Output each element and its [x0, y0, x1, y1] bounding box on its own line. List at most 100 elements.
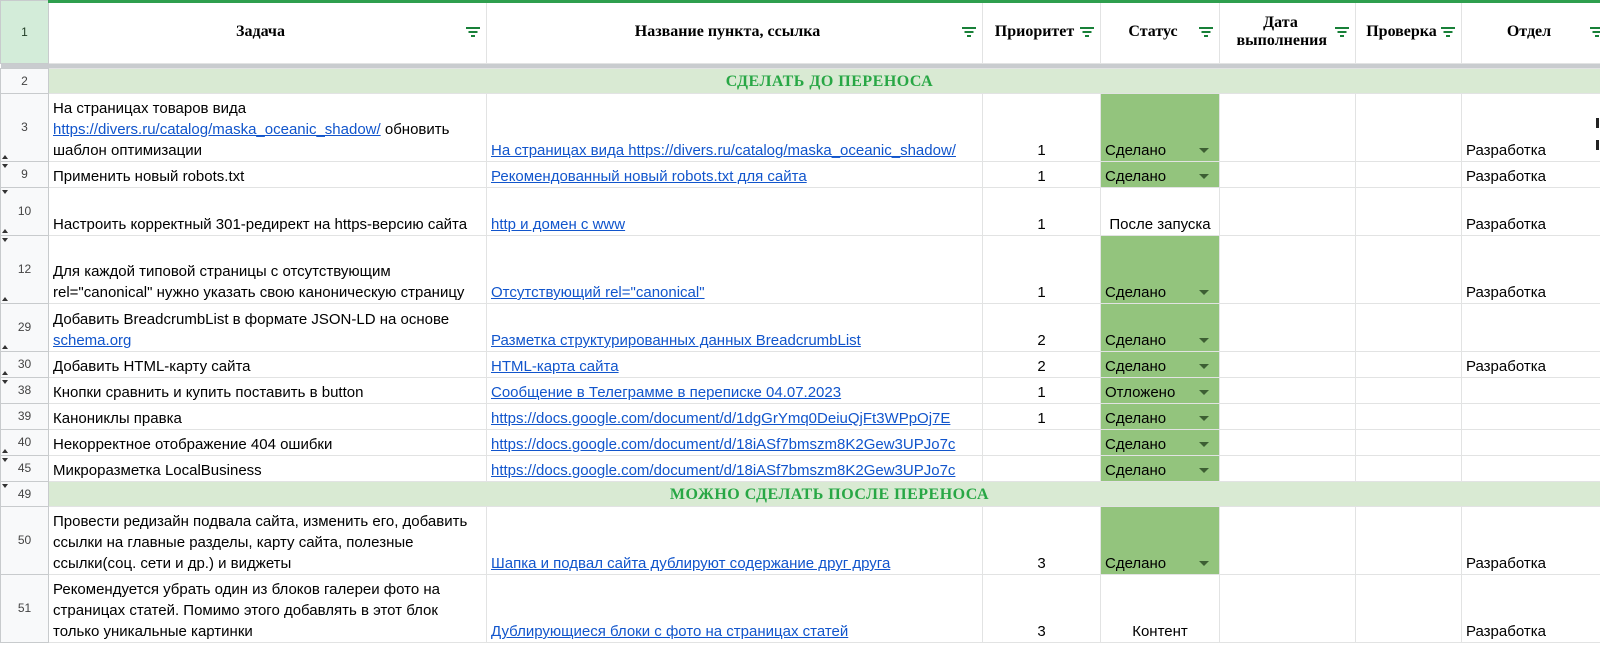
task-cell[interactable]: Настроить корректный 301-редирект на htt… [48, 187, 487, 236]
priority-cell[interactable] [982, 429, 1101, 456]
check-cell[interactable] [1355, 93, 1462, 162]
reference-cell[interactable]: Дублирующиеся блоки с фото на страницах … [486, 574, 983, 643]
status-cell[interactable]: Сделано [1100, 351, 1220, 378]
reference-link[interactable]: https://docs.google.com/document/d/18iAS… [491, 462, 955, 479]
filter-icon[interactable] [1590, 27, 1600, 37]
reference-link[interactable]: https://docs.google.com/document/d/1dgGr… [491, 410, 950, 427]
priority-cell[interactable] [982, 455, 1101, 482]
date-cell[interactable] [1219, 455, 1356, 482]
row-number[interactable]: 50 [0, 506, 49, 575]
column-header-priority[interactable]: Приоритет [982, 0, 1101, 64]
group-expand-icon[interactable] [2, 371, 8, 375]
filter-icon[interactable] [1080, 27, 1094, 37]
reference-link[interactable]: Дублирующиеся блоки с фото на страницах … [491, 623, 848, 640]
priority-cell[interactable]: 2 [982, 303, 1101, 352]
priority-cell[interactable]: 1 [982, 403, 1101, 430]
dropdown-caret-icon[interactable] [1199, 468, 1209, 473]
reference-cell[interactable]: Отсутствующий rel="canonical" [486, 235, 983, 304]
check-cell[interactable] [1355, 303, 1462, 352]
group-collapse-icon[interactable] [2, 190, 8, 194]
dept-cell[interactable]: Разработка [1461, 161, 1600, 188]
row-number[interactable]: 38 [0, 377, 49, 404]
task-cell[interactable]: Провести редизайн подвала сайта, изменит… [48, 506, 487, 575]
column-header-date[interactable]: Дата выполнения [1219, 0, 1356, 64]
status-cell[interactable]: Сделано [1100, 93, 1220, 162]
group-collapse-icon[interactable] [2, 484, 8, 488]
group-expand-icon[interactable] [2, 345, 8, 349]
row-number[interactable]: 39 [0, 403, 49, 430]
row-number[interactable]: 45 [0, 455, 49, 482]
reference-link[interactable]: http и домен с www [491, 216, 625, 233]
reference-cell[interactable]: Рекомендованный новый robots.txt для сай… [486, 161, 983, 188]
date-cell[interactable] [1219, 403, 1356, 430]
group-expand-icon[interactable] [2, 155, 8, 159]
reference-link[interactable]: HTML-карта сайта [491, 358, 619, 375]
group-collapse-icon[interactable] [2, 380, 8, 384]
date-cell[interactable] [1219, 377, 1356, 404]
filter-icon[interactable] [466, 27, 480, 37]
status-cell[interactable]: Сделано [1100, 235, 1220, 304]
dept-cell[interactable]: Разработка [1461, 574, 1600, 643]
reference-link[interactable]: https://docs.google.com/document/d/18iAS… [491, 436, 955, 453]
status-cell[interactable]: Сделано [1100, 455, 1220, 482]
check-cell[interactable] [1355, 235, 1462, 304]
dept-cell[interactable] [1461, 455, 1600, 482]
group-expand-icon[interactable] [2, 449, 8, 453]
check-cell[interactable] [1355, 455, 1462, 482]
reference-cell[interactable]: Разметка структурированных данных Breadc… [486, 303, 983, 352]
reference-cell[interactable]: https://docs.google.com/document/d/18iAS… [486, 455, 983, 482]
dropdown-caret-icon[interactable] [1199, 390, 1209, 395]
priority-cell[interactable]: 3 [982, 506, 1101, 575]
row-number[interactable]: 1 [0, 0, 49, 64]
dept-cell[interactable] [1461, 303, 1600, 352]
group-collapse-icon[interactable] [2, 238, 8, 242]
priority-cell[interactable]: 3 [982, 574, 1101, 643]
row-number[interactable]: 10 [0, 187, 49, 236]
reference-cell[interactable]: HTML-карта сайта [486, 351, 983, 378]
status-cell[interactable]: Отложено [1100, 377, 1220, 404]
task-cell[interactable]: Кнопки сравнить и купить поставить в but… [48, 377, 487, 404]
row-number[interactable]: 12 [0, 235, 49, 304]
row-number[interactable]: 49 [0, 481, 49, 507]
dropdown-caret-icon[interactable] [1199, 338, 1209, 343]
task-cell[interactable]: Некорректное отображение 404 ошибки [48, 429, 487, 456]
priority-cell[interactable]: 1 [982, 93, 1101, 162]
column-header-ref[interactable]: Название пункта, ссылка [486, 0, 983, 64]
reference-link[interactable]: Рекомендованный новый robots.txt для сай… [491, 168, 807, 185]
priority-cell[interactable]: 1 [982, 235, 1101, 304]
row-number[interactable]: 30 [0, 351, 49, 378]
task-cell[interactable]: Применить новый robots.txt [48, 161, 487, 188]
dept-cell[interactable]: Разработка [1461, 93, 1600, 162]
check-cell[interactable] [1355, 403, 1462, 430]
dropdown-caret-icon[interactable] [1199, 442, 1209, 447]
dropdown-caret-icon[interactable] [1199, 416, 1209, 421]
task-cell[interactable]: Канониклы правка [48, 403, 487, 430]
priority-cell[interactable]: 1 [982, 161, 1101, 188]
status-cell[interactable]: Сделано [1100, 506, 1220, 575]
dropdown-caret-icon[interactable] [1199, 364, 1209, 369]
date-cell[interactable] [1219, 429, 1356, 456]
check-cell[interactable] [1355, 506, 1462, 575]
reference-cell[interactable]: https://docs.google.com/document/d/18iAS… [486, 429, 983, 456]
check-cell[interactable] [1355, 187, 1462, 236]
reference-cell[interactable]: Сообщение в Телеграмме в переписке 04.07… [486, 377, 983, 404]
row-number[interactable]: 9 [0, 161, 49, 188]
column-header-check[interactable]: Проверка [1355, 0, 1462, 64]
task-link[interactable]: https://divers.ru/catalog/maska_oceanic_… [53, 121, 381, 138]
column-header-dept[interactable]: Отдел [1461, 0, 1600, 64]
check-cell[interactable] [1355, 377, 1462, 404]
dropdown-caret-icon[interactable] [1199, 561, 1209, 566]
priority-cell[interactable]: 1 [982, 377, 1101, 404]
column-header-status[interactable]: Статус [1100, 0, 1220, 64]
group-collapse-icon[interactable] [2, 458, 8, 462]
date-cell[interactable] [1219, 574, 1356, 643]
date-cell[interactable] [1219, 351, 1356, 378]
task-link[interactable]: schema.org [53, 332, 131, 349]
check-cell[interactable] [1355, 574, 1462, 643]
task-cell[interactable]: Микроразметка LocalBusiness [48, 455, 487, 482]
status-cell[interactable]: Сделано [1100, 403, 1220, 430]
priority-cell[interactable]: 1 [982, 187, 1101, 236]
row-number[interactable]: 29 [0, 303, 49, 352]
status-cell[interactable]: Сделано [1100, 303, 1220, 352]
status-cell[interactable]: Сделано [1100, 429, 1220, 456]
